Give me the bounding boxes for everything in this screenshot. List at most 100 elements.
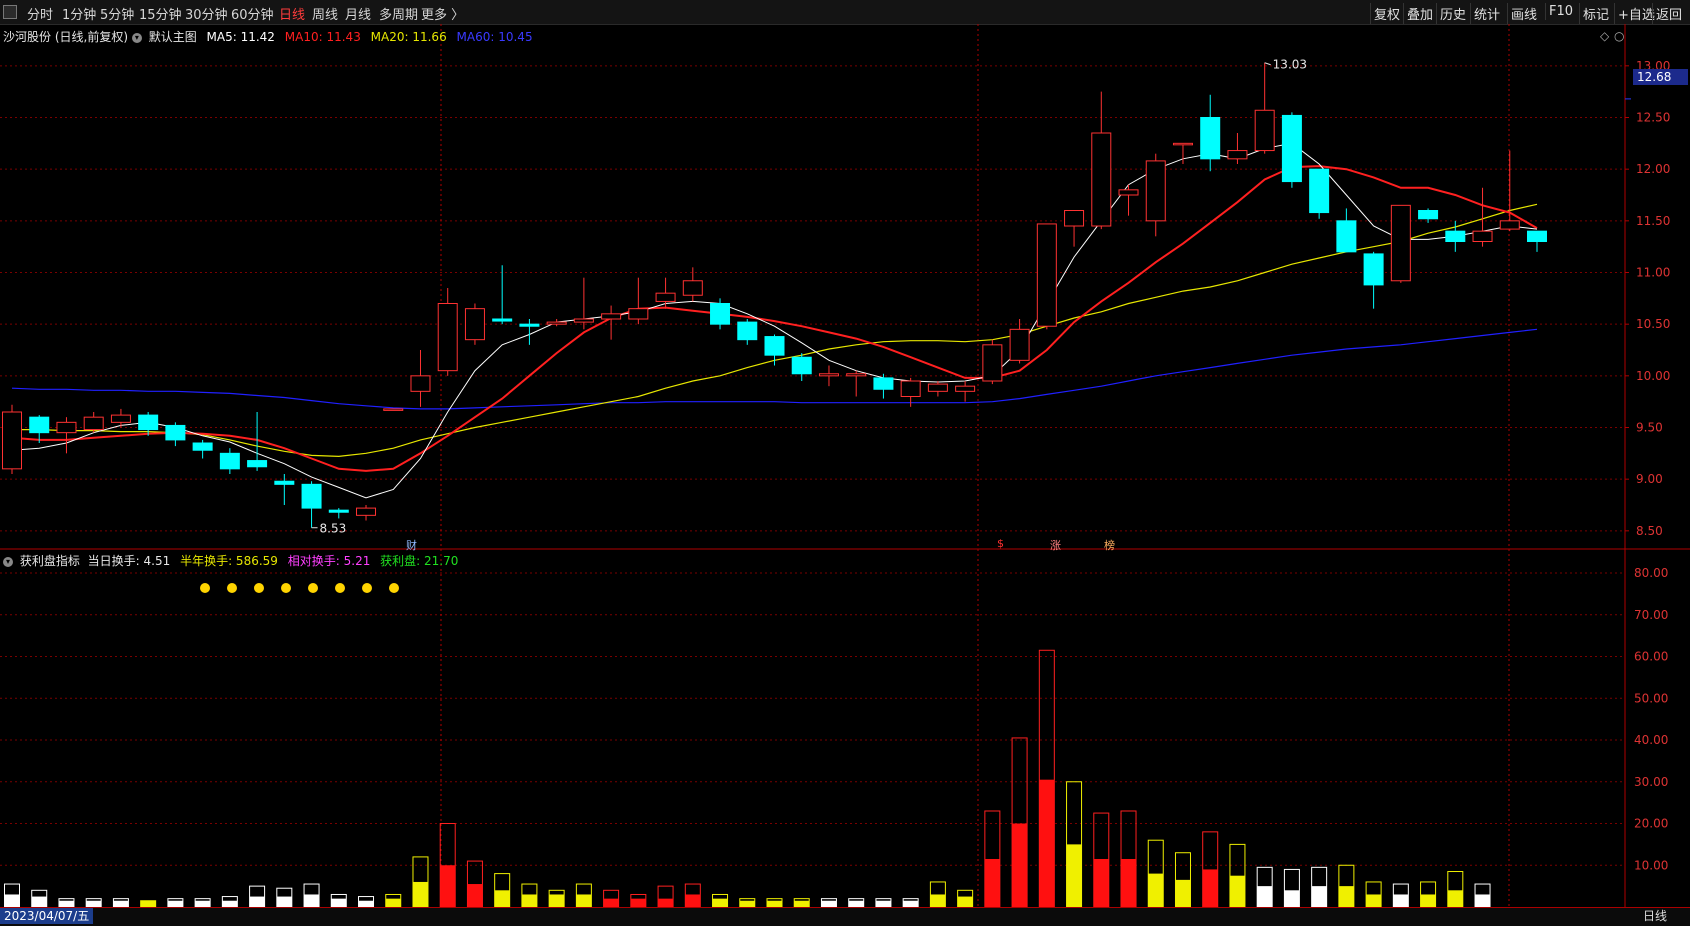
profit-bar bbox=[957, 896, 973, 907]
toolbar-button-8[interactable]: 返回 bbox=[1652, 3, 1685, 24]
toolbar-button-5[interactable]: F10 bbox=[1545, 3, 1576, 20]
candle-body bbox=[1227, 150, 1248, 160]
signal-dot bbox=[200, 583, 210, 593]
candle-body bbox=[1200, 117, 1221, 160]
candle-body bbox=[219, 452, 240, 470]
toolbar-button-2[interactable]: 历史 bbox=[1436, 3, 1469, 24]
period-tab-9[interactable]: 多周期 bbox=[379, 4, 418, 23]
price-tick-label: 9.50 bbox=[1636, 421, 1663, 435]
high-pointer bbox=[1264, 62, 1271, 66]
indicator-info-bar: ▾ 获利盘指标 当日换手: 4.51 半年换手: 586.59 相对换手: 5.… bbox=[3, 552, 458, 569]
candle-body bbox=[83, 416, 104, 431]
period-tab-6[interactable]: 日线 bbox=[279, 4, 305, 23]
toolbar-button-0[interactable]: 复权 bbox=[1370, 3, 1403, 24]
date-axis-bar bbox=[0, 907, 1690, 926]
indicator-tick-label: 40.00 bbox=[1634, 733, 1668, 747]
profit-bar bbox=[1257, 886, 1273, 907]
ma20-line bbox=[12, 203, 1538, 458]
candle-body bbox=[628, 308, 649, 320]
profit-bar bbox=[385, 898, 401, 907]
main-chart-template[interactable]: 默认主图 bbox=[149, 30, 197, 44]
stock-name[interactable]: 沙河股份 bbox=[3, 30, 51, 44]
today-turnover: 当日换手: 4.51 bbox=[87, 554, 171, 568]
candle-body bbox=[1390, 204, 1411, 282]
indicator-toggle-icon[interactable]: ▾ bbox=[3, 556, 13, 567]
candle-body bbox=[955, 385, 976, 392]
candle-body bbox=[301, 483, 322, 509]
settings-icon: ○ bbox=[1614, 29, 1624, 43]
profit-bar bbox=[930, 894, 946, 907]
profit-bar bbox=[1012, 823, 1028, 907]
toolbar-button-1[interactable]: 叠加 bbox=[1403, 3, 1436, 24]
period-tab-8[interactable]: 月线 bbox=[345, 4, 371, 23]
indicator-tick-label: 30.00 bbox=[1634, 775, 1668, 789]
ranking-marker[interactable]: 榜 bbox=[1104, 537, 1115, 553]
indicator-tick-label: 60.00 bbox=[1634, 650, 1668, 664]
period-tab-5[interactable]: 60分钟 bbox=[231, 4, 274, 23]
toolbar-button-6[interactable]: 标记 bbox=[1579, 3, 1612, 24]
toolbar-button-3[interactable]: 统计 bbox=[1470, 3, 1503, 24]
period-tab-0[interactable]: 分时 bbox=[27, 4, 53, 23]
candle-body bbox=[573, 318, 594, 323]
panel-toggle-icon[interactable] bbox=[0, 0, 18, 24]
period-label[interactable]: 日线 bbox=[1643, 908, 1667, 924]
relative-turnover: 相对换手: 5.21 bbox=[287, 554, 371, 568]
template-dropdown-icon[interactable]: ▾ bbox=[131, 32, 142, 43]
candle-body bbox=[247, 460, 268, 468]
chart-canvas[interactable]: 13.0012.5012.0011.5011.0010.5010.009.509… bbox=[0, 24, 1690, 907]
profit-bar bbox=[1148, 873, 1164, 907]
candle-body bbox=[328, 509, 349, 513]
profit-bar bbox=[685, 894, 701, 907]
profit-bar bbox=[658, 898, 674, 907]
candle-body bbox=[29, 416, 50, 434]
candle-body bbox=[410, 375, 431, 392]
indicator-name[interactable]: 获利盘指标 bbox=[20, 554, 80, 568]
finance-marker[interactable]: 财 bbox=[406, 537, 417, 553]
price-tick-label: 10.00 bbox=[1636, 369, 1670, 383]
profit-bar bbox=[331, 898, 347, 907]
period-tab-4[interactable]: 30分钟 bbox=[185, 4, 228, 23]
candle-body bbox=[927, 383, 948, 392]
dollar-marker[interactable]: $ bbox=[997, 537, 1004, 550]
limit-up-marker[interactable]: 涨 bbox=[1050, 537, 1061, 553]
chart-mode: (日线,前复权) bbox=[54, 30, 129, 44]
period-tab-7[interactable]: 周线 bbox=[312, 4, 338, 23]
candle-body bbox=[982, 344, 1003, 382]
stock-info-bar: 沙河股份 (日线,前复权) ▾ 默认主图 MA5: 11.42 MA10: 11… bbox=[3, 28, 533, 45]
price-tick-label: 11.00 bbox=[1636, 266, 1670, 280]
price-tick-label: 9.00 bbox=[1636, 472, 1663, 486]
profit-bar bbox=[984, 858, 1000, 907]
candle-body bbox=[1363, 253, 1384, 286]
candle-body bbox=[737, 321, 758, 341]
period-tab-10[interactable]: 更多 〉 bbox=[421, 4, 464, 23]
candle-body bbox=[274, 480, 295, 485]
profit-bar bbox=[603, 898, 619, 907]
profit-bar bbox=[630, 898, 646, 907]
candle-body bbox=[791, 356, 812, 375]
ma5-value: MA5: 11.42 bbox=[206, 30, 275, 44]
period-tab-3[interactable]: 15分钟 bbox=[139, 4, 182, 23]
candle-body bbox=[655, 292, 676, 302]
ma10-line bbox=[11, 165, 1538, 472]
candle-body bbox=[601, 313, 622, 320]
ma10-value: MA10: 11.43 bbox=[284, 30, 361, 44]
half-year-turnover: 半年换手: 586.59 bbox=[180, 554, 278, 568]
candle-body bbox=[1118, 189, 1139, 196]
profit-bar bbox=[1066, 844, 1082, 907]
candle-body bbox=[464, 308, 485, 341]
candle-body bbox=[1309, 168, 1330, 214]
candle-body bbox=[873, 377, 894, 390]
date-cursor-label: 2023/04/07/五 bbox=[0, 908, 94, 924]
signal-dot bbox=[308, 583, 318, 593]
period-tab-1[interactable]: 1分钟 bbox=[62, 4, 96, 23]
signal-dot bbox=[254, 583, 264, 593]
low-price-label: 8.53 bbox=[320, 522, 347, 536]
candle-body bbox=[900, 380, 921, 397]
candle-body bbox=[1527, 230, 1547, 243]
toolbar-button-4[interactable]: 画线 bbox=[1507, 3, 1540, 24]
profit-bar bbox=[249, 896, 265, 907]
candle-body bbox=[818, 373, 839, 377]
signal-dot bbox=[335, 583, 345, 593]
period-tab-2[interactable]: 5分钟 bbox=[100, 4, 134, 23]
candle-body bbox=[1091, 132, 1112, 227]
